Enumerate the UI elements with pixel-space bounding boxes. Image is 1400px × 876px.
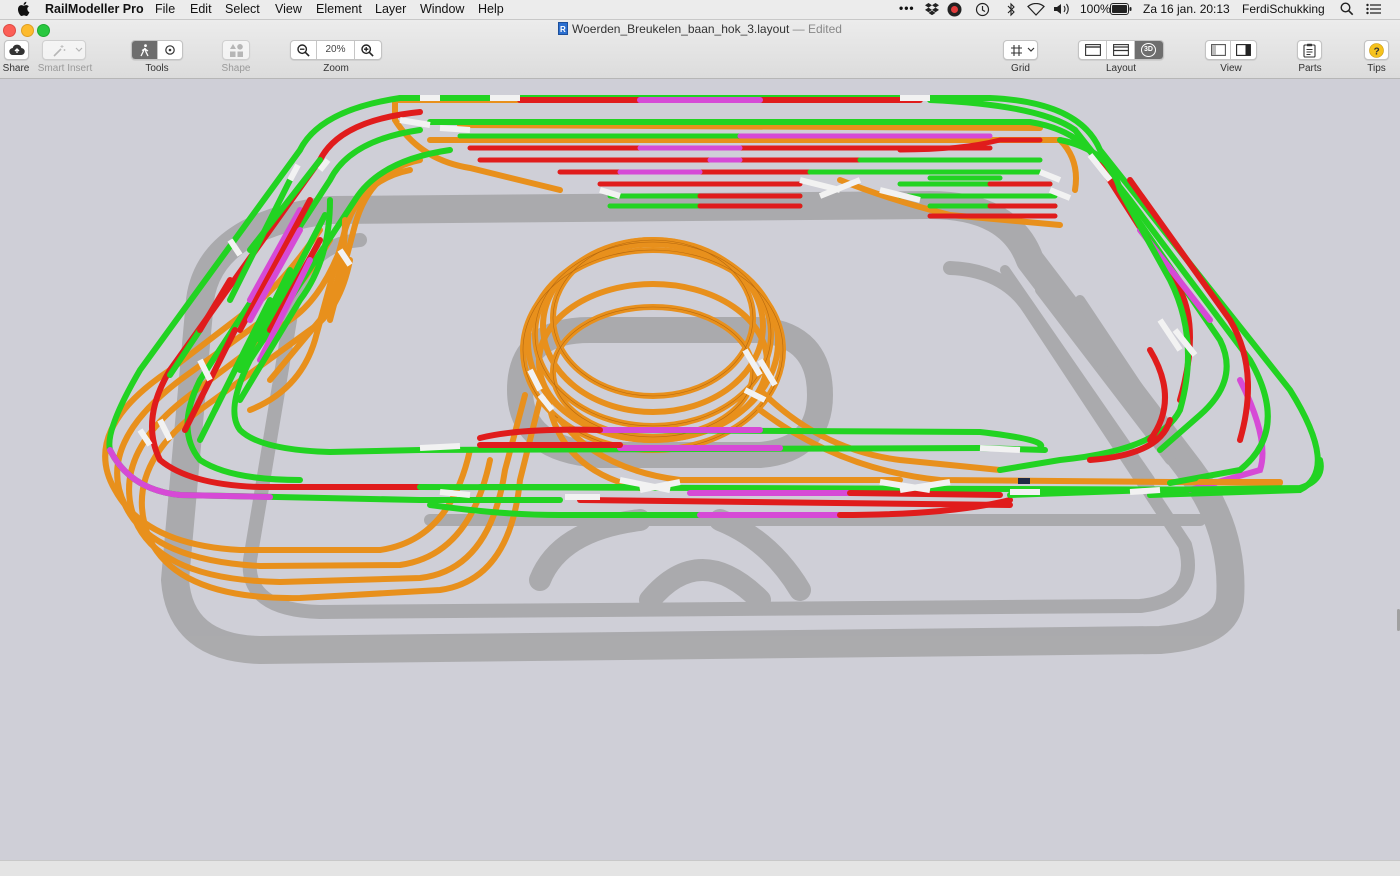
3d-view-icon: 3D: [1141, 43, 1156, 57]
locomotive[interactable]: [1018, 478, 1030, 484]
toggle-right-panel-button[interactable]: [1231, 41, 1256, 59]
tools-label: Tools: [145, 63, 169, 74]
svg-text:R: R: [560, 25, 566, 34]
help-icon: ?: [1369, 43, 1384, 58]
user-name[interactable]: FerdiSchukking: [1242, 2, 1325, 16]
grid-button[interactable]: [1003, 40, 1038, 60]
chevron-down-icon: [1027, 47, 1035, 52]
menu-bar: RailModeller Pro File Edit Select View E…: [0, 0, 1400, 20]
document-icon: R: [558, 22, 568, 38]
zoom-in-button[interactable]: [355, 41, 381, 59]
view-segmented-control: [1205, 40, 1257, 60]
tips-label: Tips: [1367, 63, 1386, 74]
toggle-left-panel-button[interactable]: [1206, 41, 1231, 59]
menu-file[interactable]: File: [155, 2, 175, 16]
zoom-out-icon: [297, 44, 310, 57]
shapes-icon: [230, 44, 243, 57]
view-label: View: [1220, 63, 1242, 74]
window-title-area: R Woerden_Breukelen_baan_hok_3.layout — …: [0, 22, 1400, 38]
rotate-icon: [165, 45, 175, 55]
zoom-out-button[interactable]: [291, 41, 317, 59]
overflow-dots-icon[interactable]: •••: [899, 1, 915, 15]
menu-help[interactable]: Help: [478, 2, 504, 16]
parts-label: Parts: [1298, 63, 1322, 74]
layout-2d-button[interactable]: [1079, 41, 1107, 59]
shape-label: Shape: [221, 63, 251, 74]
battery-icon[interactable]: [1110, 3, 1132, 18]
spotlight-search-icon[interactable]: [1340, 2, 1354, 19]
time-machine-icon[interactable]: [975, 2, 990, 20]
share-button[interactable]: [4, 40, 29, 60]
svg-text:?: ?: [1374, 46, 1380, 57]
zoom-value[interactable]: 20%: [317, 41, 355, 59]
layout-label: Layout: [1105, 63, 1137, 74]
menu-select[interactable]: Select: [225, 2, 260, 16]
menu-window[interactable]: Window: [420, 2, 464, 16]
smart-insert-button[interactable]: [42, 40, 86, 60]
clipboard-icon: [1303, 43, 1316, 58]
bluetooth-icon[interactable]: [1006, 2, 1016, 20]
layout-segmented-control: 3D: [1078, 40, 1164, 60]
left-sidebar-icon: [1211, 44, 1226, 56]
menu-view[interactable]: View: [275, 2, 302, 16]
magic-wand-icon: [53, 45, 66, 57]
zoom-in-icon: [361, 44, 374, 57]
grid-icon: [1011, 45, 1022, 56]
split-pane-icon: [1113, 44, 1129, 56]
right-sidebar-icon: [1236, 44, 1251, 56]
share-label: Share: [2, 63, 30, 74]
clock[interactable]: Za 16 jan. 20:13: [1143, 2, 1230, 16]
single-pane-icon: [1085, 44, 1101, 56]
rotate-tool-button[interactable]: [158, 41, 183, 59]
apple-icon[interactable]: [17, 1, 30, 19]
walking-person-icon: [140, 44, 149, 57]
layout-3d-canvas[interactable]: [0, 79, 1400, 860]
layout-split-button[interactable]: [1107, 41, 1135, 59]
menu-layer[interactable]: Layer: [375, 2, 406, 16]
wifi-icon[interactable]: [1027, 2, 1045, 19]
zoom-label: Zoom: [323, 63, 349, 74]
document-title: Woerden_Breukelen_baan_hok_3.layout: [572, 22, 790, 36]
sync-badge-icon[interactable]: [947, 2, 962, 20]
bottom-status-bar: [0, 860, 1400, 876]
chevron-down-icon: [75, 47, 83, 52]
notification-center-icon[interactable]: [1366, 3, 1381, 18]
track-layout-view: [102, 95, 1324, 664]
tips-button[interactable]: ?: [1364, 40, 1389, 60]
layout-3d-button[interactable]: 3D: [1135, 41, 1163, 59]
parts-button[interactable]: [1297, 40, 1322, 60]
battery-percentage: 100%: [1080, 2, 1111, 16]
walk-tool-button[interactable]: [132, 41, 158, 59]
menu-edit[interactable]: Edit: [190, 2, 212, 16]
dropbox-icon[interactable]: [925, 3, 939, 18]
smart-insert-label: Smart Insert: [37, 63, 93, 74]
zoom-control: 20%: [290, 40, 382, 60]
menu-element[interactable]: Element: [316, 2, 362, 16]
edited-status: — Edited: [792, 22, 842, 36]
cloud-upload-icon: [9, 44, 25, 56]
volume-icon[interactable]: [1053, 2, 1071, 19]
grid-label: Grid: [1011, 63, 1030, 74]
shape-button[interactable]: [222, 40, 250, 60]
app-menu[interactable]: RailModeller Pro: [45, 2, 144, 16]
window-toolbar: R Woerden_Breukelen_baan_hok_3.layout — …: [0, 20, 1400, 79]
tools-segmented-control: [131, 40, 183, 60]
